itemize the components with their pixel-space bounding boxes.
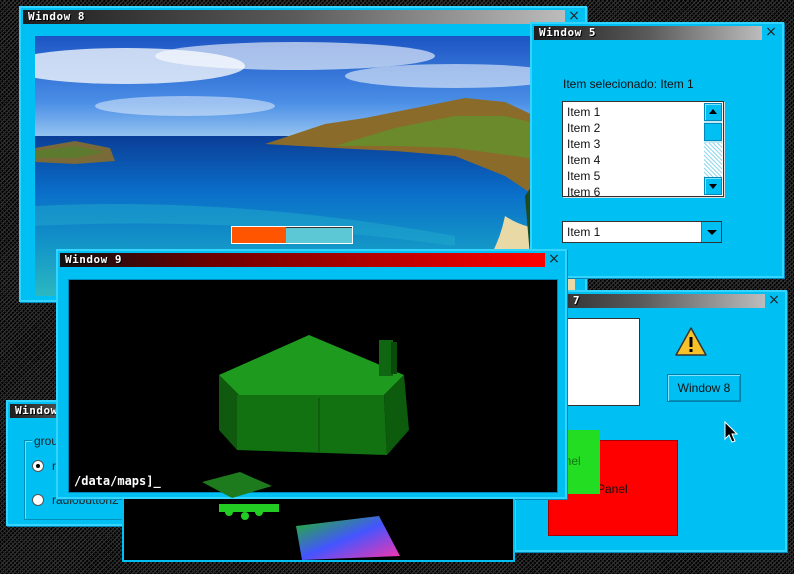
scene-lower-render bbox=[219, 504, 400, 560]
list-item[interactable]: Item 3 bbox=[567, 136, 703, 152]
window-9[interactable]: Window 9 × /data/maps]_ bbox=[56, 249, 567, 499]
warning-icon bbox=[675, 327, 707, 356]
window-5[interactable]: Window 5 × Item selecionado: Item 1 Item… bbox=[530, 22, 784, 278]
list-item[interactable]: Item 6 bbox=[567, 184, 703, 196]
mouse-pointer-icon bbox=[724, 421, 739, 443]
green-plate-icon bbox=[202, 472, 272, 498]
scroll-up-icon[interactable] bbox=[704, 103, 722, 121]
panel-red-label: Panel bbox=[597, 482, 628, 496]
scene-frame-lower bbox=[122, 499, 515, 562]
3d-house-render bbox=[219, 335, 409, 455]
radiobutton1[interactable] bbox=[32, 460, 44, 472]
list-item[interactable]: Item 2 bbox=[567, 120, 703, 136]
progress-fill bbox=[232, 227, 286, 243]
window-5-close-icon[interactable]: × bbox=[764, 25, 778, 39]
window-8-titlebar[interactable]: Window 8 bbox=[23, 10, 565, 24]
scroll-thumb[interactable] bbox=[704, 123, 722, 141]
progress-bar bbox=[231, 226, 353, 244]
window-9-close-icon[interactable]: × bbox=[547, 252, 561, 266]
window-8-button-label: Window 8 bbox=[677, 381, 731, 395]
chevron-down-icon[interactable] bbox=[701, 222, 721, 242]
scroll-down-icon[interactable] bbox=[704, 177, 722, 195]
scroll-track[interactable] bbox=[704, 143, 722, 177]
window-8-close-icon[interactable]: × bbox=[567, 9, 581, 23]
selected-item-label: Item selecionado: Item 1 bbox=[563, 77, 694, 91]
dropdown-value: Item 1 bbox=[567, 225, 601, 239]
listbox-scrollbar[interactable] bbox=[704, 103, 722, 195]
window-9-titlebar[interactable]: Window 9 bbox=[60, 253, 545, 267]
console-prompt: /data/maps]_ bbox=[74, 474, 161, 488]
list-item[interactable]: Item 4 bbox=[567, 152, 703, 168]
window-8-button[interactable]: Window 8 bbox=[667, 374, 741, 402]
list-item[interactable]: Item 5 bbox=[567, 168, 703, 184]
item-listbox[interactable]: Item 1 Item 2 Item 3 Item 4 Item 5 Item 6 bbox=[562, 101, 724, 197]
window-7-close-icon[interactable]: × bbox=[767, 293, 781, 307]
window-5-titlebar[interactable]: Window 5 bbox=[534, 26, 762, 40]
list-item[interactable]: Item 1 bbox=[567, 104, 703, 120]
radiobutton2[interactable] bbox=[32, 494, 44, 506]
item-dropdown[interactable]: Item 1 bbox=[562, 221, 722, 243]
console-frame: /data/maps]_ bbox=[68, 279, 558, 493]
